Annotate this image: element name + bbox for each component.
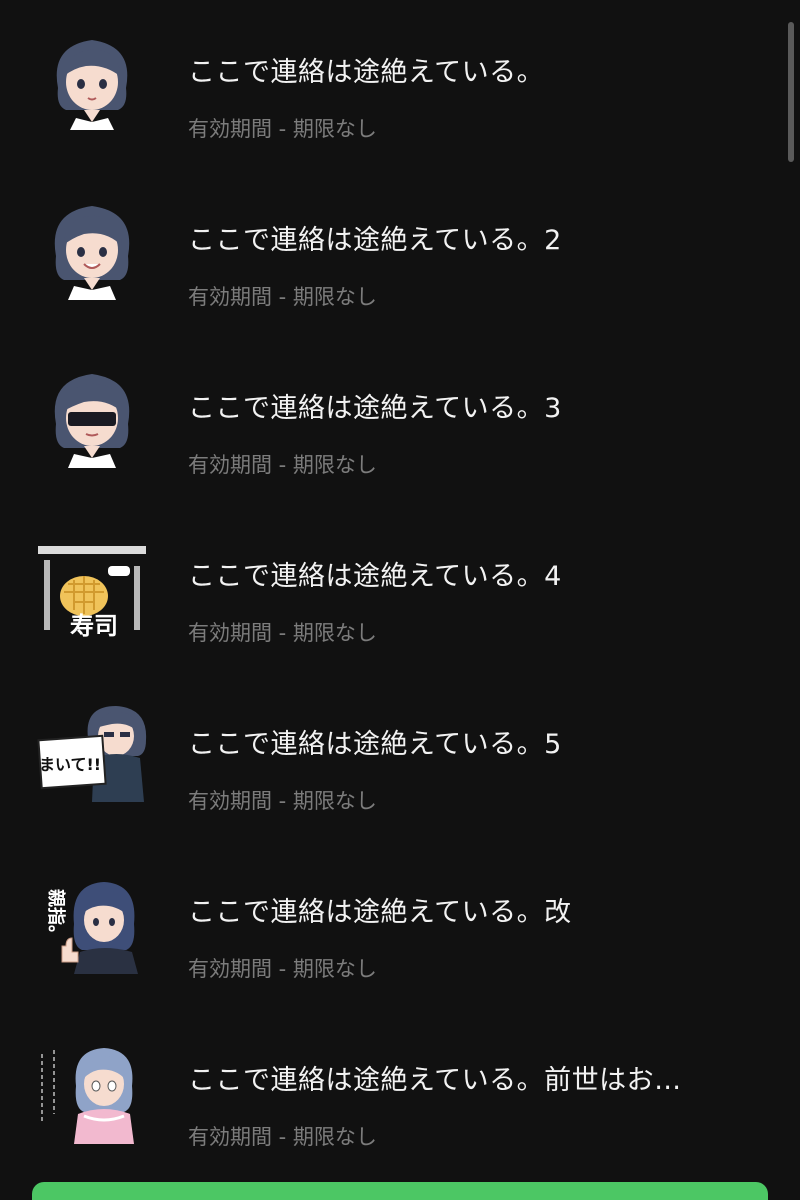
sticker-validity: 有効期間 - 期限なし bbox=[188, 957, 377, 981]
sticker-list-screen: ここで連絡は途絶えている。 有効期間 - 期限なし ここで連絡は途絶えている。2… bbox=[0, 0, 800, 1200]
sticker-title: ここで連絡は途絶えている。5 bbox=[188, 729, 562, 760]
sticker-thumb-text: 親指。 bbox=[45, 889, 67, 943]
bottom-action-button[interactable] bbox=[32, 1182, 768, 1200]
sticker-validity: 有効期間 - 期限なし bbox=[188, 621, 377, 645]
list-item[interactable]: ここで連絡は途絶えている。 有効期間 - 期限なし bbox=[0, 0, 800, 168]
sticker-validity: 有効期間 - 期限なし bbox=[188, 789, 377, 813]
melon-bread-sushi-icon: 寿司 bbox=[34, 530, 150, 646]
girl-holding-sign-icon: まいて!! bbox=[34, 698, 150, 814]
list-item[interactable]: ここで連絡は途絶えている。前世はお… 有効期間 - 期限なし bbox=[0, 1008, 800, 1176]
sticker-thumb-text: 寿司 bbox=[70, 612, 118, 640]
list-item[interactable]: ここで連絡は途絶えている。3 有効期間 - 期限なし bbox=[0, 336, 800, 504]
pink-dress-girl-icon bbox=[34, 1034, 150, 1150]
sunglasses-girl-avatar-icon bbox=[34, 362, 150, 478]
sticker-title: ここで連絡は途絶えている。4 bbox=[188, 561, 562, 592]
thumbs-up-girl-icon: 親指。 bbox=[34, 866, 150, 982]
scrollbar[interactable] bbox=[788, 22, 794, 162]
sticker-validity: 有効期間 - 期限なし bbox=[188, 117, 377, 141]
sticker-title: ここで連絡は途絶えている。3 bbox=[188, 393, 562, 424]
list-item[interactable]: まいて!! ここで連絡は途絶えている。5 有効期間 - 期限なし bbox=[0, 672, 800, 840]
girl-avatar-icon bbox=[34, 26, 150, 142]
list-item[interactable]: ここで連絡は途絶えている。2 有効期間 - 期限なし bbox=[0, 168, 800, 336]
smiling-girl-avatar-icon bbox=[34, 194, 150, 310]
list-item[interactable]: 寿司 ここで連絡は途絶えている。4 有効期間 - 期限なし bbox=[0, 504, 800, 672]
sticker-validity: 有効期間 - 期限なし bbox=[188, 453, 377, 477]
sticker-title: ここで連絡は途絶えている。2 bbox=[188, 225, 562, 256]
sticker-title: ここで連絡は途絶えている。改 bbox=[188, 897, 572, 928]
sticker-validity: 有効期間 - 期限なし bbox=[188, 1125, 377, 1149]
sticker-thumb-text: まいて!! bbox=[39, 755, 101, 774]
sticker-title: ここで連絡は途絶えている。 bbox=[188, 57, 545, 88]
sticker-title: ここで連絡は途絶えている。前世はお… bbox=[188, 1065, 682, 1096]
list-item[interactable]: 親指。 ここで連絡は途絶えている。改 有効期間 - 期限なし bbox=[0, 840, 800, 1008]
sticker-validity: 有効期間 - 期限なし bbox=[188, 285, 377, 309]
